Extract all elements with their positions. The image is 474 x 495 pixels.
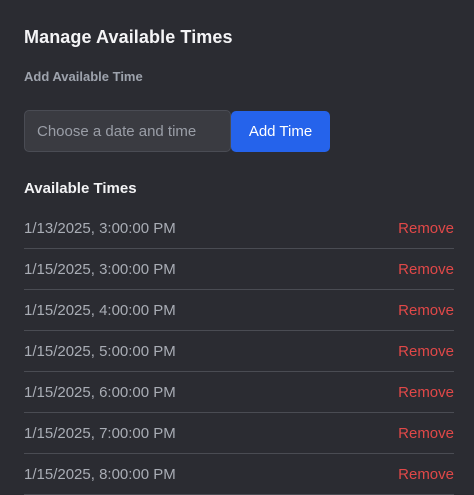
available-times-heading: Available Times bbox=[24, 180, 137, 197]
time-value: 1/15/2025, 7:00:00 PM bbox=[24, 424, 176, 442]
time-value: 1/15/2025, 6:00:00 PM bbox=[24, 383, 176, 401]
list-item: 1/15/2025, 6:00:00 PM Remove bbox=[24, 372, 454, 413]
add-time-button[interactable]: Add Time bbox=[231, 110, 330, 152]
time-value: 1/15/2025, 8:00:00 PM bbox=[24, 465, 176, 483]
remove-button[interactable]: Remove bbox=[398, 220, 454, 237]
time-value: 1/15/2025, 3:00:00 PM bbox=[24, 260, 176, 278]
remove-button[interactable]: Remove bbox=[398, 425, 454, 442]
list-item: 1/13/2025, 3:00:00 PM Remove bbox=[24, 208, 454, 249]
remove-button[interactable]: Remove bbox=[398, 343, 454, 360]
list-item: 1/15/2025, 4:00:00 PM Remove bbox=[24, 290, 454, 331]
time-value: 1/15/2025, 5:00:00 PM bbox=[24, 342, 176, 360]
remove-button[interactable]: Remove bbox=[398, 261, 454, 278]
manage-times-panel: Manage Available Times Add Available Tim… bbox=[0, 0, 474, 495]
time-value: 1/13/2025, 3:00:00 PM bbox=[24, 219, 176, 237]
date-time-input[interactable] bbox=[24, 110, 231, 152]
remove-button[interactable]: Remove bbox=[398, 384, 454, 401]
remove-button[interactable]: Remove bbox=[398, 466, 454, 483]
list-item: 1/15/2025, 8:00:00 PM Remove bbox=[24, 454, 454, 495]
list-item: 1/15/2025, 3:00:00 PM Remove bbox=[24, 249, 454, 290]
available-times-list: 1/13/2025, 3:00:00 PM Remove 1/15/2025, … bbox=[24, 208, 454, 495]
list-item: 1/15/2025, 5:00:00 PM Remove bbox=[24, 331, 454, 372]
time-value: 1/15/2025, 4:00:00 PM bbox=[24, 301, 176, 319]
add-time-subtitle: Add Available Time bbox=[24, 69, 143, 84]
add-time-form: Add Time bbox=[24, 110, 330, 152]
remove-button[interactable]: Remove bbox=[398, 302, 454, 319]
list-item: 1/15/2025, 7:00:00 PM Remove bbox=[24, 413, 454, 454]
page-title: Manage Available Times bbox=[24, 27, 233, 47]
